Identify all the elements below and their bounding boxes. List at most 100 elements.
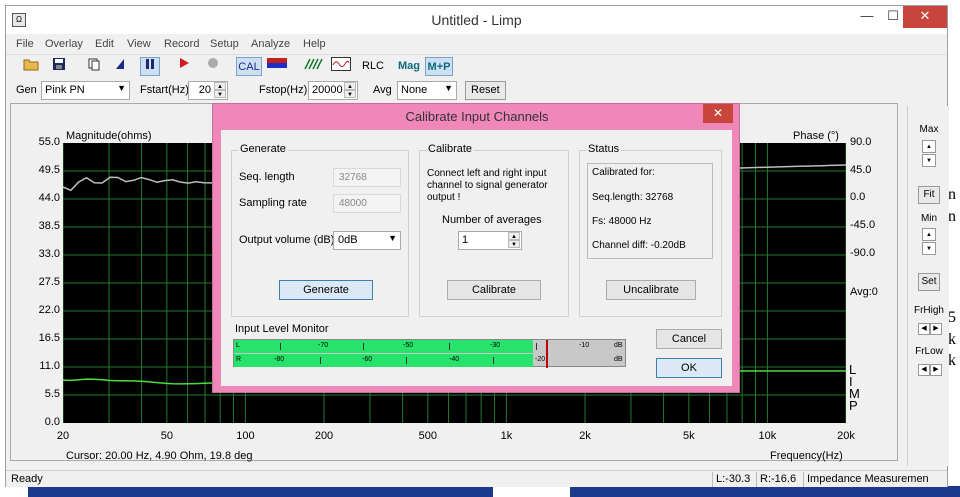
status-line-3: Fs: 48000 Hz (592, 216, 652, 227)
menu-analyze[interactable]: Analyze (251, 38, 290, 50)
left-axis-tick: 55.0 (38, 136, 60, 148)
meter-tick (280, 343, 281, 350)
gen-label: Gen (16, 84, 37, 96)
meter-tick (449, 343, 450, 350)
gen-select[interactable]: Pink PN ▼ (41, 81, 130, 100)
toolbar: CAL RLC Mag M+P (6, 54, 947, 78)
spin-up-icon[interactable]: ▲ (508, 232, 520, 240)
menu-view[interactable]: View (127, 38, 151, 50)
status-left-level: L:-30.3 (716, 473, 751, 485)
frlow-arrows: ◀ ▶ (918, 364, 944, 376)
menu-record[interactable]: Record (164, 38, 199, 50)
background-text: n (948, 186, 956, 203)
max-down-icon[interactable]: ▼ (922, 154, 936, 167)
menu-file[interactable]: File (16, 38, 34, 50)
min-down-icon[interactable]: ▼ (922, 242, 936, 255)
fit-button[interactable]: Fit (918, 186, 940, 204)
left-axis-tick: 16.5 (38, 332, 60, 344)
meter-scale-label: -60 (362, 356, 373, 363)
max-up-icon[interactable]: ▲ (922, 140, 936, 153)
x-axis-tick: 1k (500, 430, 513, 442)
spin-down-icon[interactable]: ▼ (214, 90, 226, 98)
calibrate-button[interactable]: Calibrate (447, 280, 541, 300)
set-button[interactable]: Set (918, 273, 940, 291)
window-title: Untitled - Limp (431, 12, 522, 28)
output-volume-label: Output volume (dB) (239, 234, 335, 246)
magnitude-phase-button[interactable]: M+P (425, 57, 453, 76)
meter-tick (363, 343, 364, 350)
cancel-button[interactable]: Cancel (656, 329, 722, 349)
scale-panel: Max ▲ ▼ Fit Min ▲ ▼ Set FrHigh ◀ ▶ FrLow … (907, 106, 949, 466)
fstart-value: 20 (198, 84, 211, 96)
max-label: Max (919, 124, 939, 135)
reset-button[interactable]: Reset (465, 81, 506, 100)
x-axis-tick: 20 (56, 430, 70, 442)
x-axis-tick: 50 (160, 430, 173, 442)
chevron-down-icon: ▼ (444, 83, 453, 93)
meter-fill-left (234, 340, 533, 353)
spin-down-icon[interactable]: ▼ (344, 90, 356, 98)
uncalibrate-button[interactable]: Uncalibrate (606, 280, 696, 300)
title-bar[interactable]: Ω Untitled - Limp — ☐ ✕ (6, 6, 947, 34)
frlow-left-icon[interactable]: ◀ (918, 364, 930, 376)
status-line-1: Calibrated for: (592, 167, 655, 178)
open-folder-icon[interactable] (21, 57, 41, 76)
meter-tick (320, 357, 321, 364)
ok-button[interactable]: OK (656, 358, 722, 378)
magnitude-button[interactable]: Mag (396, 57, 422, 76)
menu-edit[interactable]: Edit (95, 38, 114, 50)
x-axis-tick: 200 (314, 430, 334, 442)
frhigh-left-icon[interactable]: ◀ (918, 323, 930, 335)
menu-overlay[interactable]: Overlay (45, 38, 83, 50)
play-icon[interactable] (174, 57, 194, 76)
marker-icon[interactable] (110, 57, 130, 76)
meter-tick (406, 357, 407, 364)
save-icon[interactable] (49, 57, 69, 76)
record-icon[interactable] (203, 57, 223, 76)
generate-button[interactable]: Generate (279, 280, 373, 300)
pause-icon[interactable] (140, 57, 160, 76)
fstop-label: Fstop(Hz) (259, 84, 308, 96)
x-axis-tick: 100 (236, 430, 255, 442)
avg-select[interactable]: None ▼ (397, 81, 457, 100)
num-averages-input[interactable]: 1 ▲ ▼ (458, 231, 522, 250)
frhigh-arrows: ◀ ▶ (918, 323, 944, 335)
level-monitor-label: Input Level Monitor (235, 323, 329, 335)
frhigh-right-icon[interactable]: ▶ (930, 323, 942, 335)
output-volume-select[interactable]: 0dB ▼ (333, 231, 401, 250)
fstart-input[interactable]: 20 ▲ ▼ (188, 81, 228, 100)
meter-scale-label: -30 (490, 342, 501, 349)
x-axis-tick: 20k (837, 430, 855, 442)
min-up-icon[interactable]: ▲ (922, 228, 936, 241)
cursor-readout: Cursor: 20.00 Hz, 4.90 Ohm, 19.8 deg (66, 450, 253, 462)
sampling-rate-label: Sampling rate (239, 197, 307, 209)
status-line-4: Channel diff: -0.20dB (592, 240, 686, 251)
spin-up-icon[interactable]: ▲ (344, 82, 356, 90)
frlow-right-icon[interactable]: ▶ (930, 364, 942, 376)
num-averages-value: 1 (462, 234, 469, 246)
waveform-icon[interactable] (330, 57, 352, 76)
right-axis-tick: 90.0 (850, 136, 872, 148)
left-axis-tick: 11.0 (39, 360, 60, 372)
fstop-input[interactable]: 20000 ▲ ▼ (308, 81, 358, 100)
calibrate-instructions-1: Connect left and right input (427, 168, 547, 179)
status-mode: Impedance Measuremen (807, 473, 929, 485)
meter-scale-label: -70 (318, 342, 329, 349)
copy-icon[interactable] (84, 57, 104, 76)
spin-up-icon[interactable]: ▲ (214, 82, 226, 90)
menu-help[interactable]: Help (303, 38, 326, 50)
seq-length-label: Seq. length (239, 171, 295, 183)
waterfall-icon[interactable] (303, 57, 325, 76)
x-axis-tick: 5k (683, 430, 695, 442)
spin-down-icon[interactable]: ▼ (508, 240, 520, 248)
frhigh-label: FrHigh (913, 305, 944, 316)
rlc-button[interactable]: RLC (362, 57, 384, 76)
dialog-close-icon[interactable]: ✕ (703, 104, 733, 123)
close-button[interactable]: ✕ (903, 6, 947, 28)
meter-scale-unit: dB (614, 356, 623, 363)
status-divider (803, 472, 804, 487)
channel-colors-icon[interactable] (266, 57, 288, 76)
meter-tick (536, 343, 537, 350)
calibration-button[interactable]: CAL (236, 57, 262, 76)
menu-setup[interactable]: Setup (210, 38, 239, 50)
